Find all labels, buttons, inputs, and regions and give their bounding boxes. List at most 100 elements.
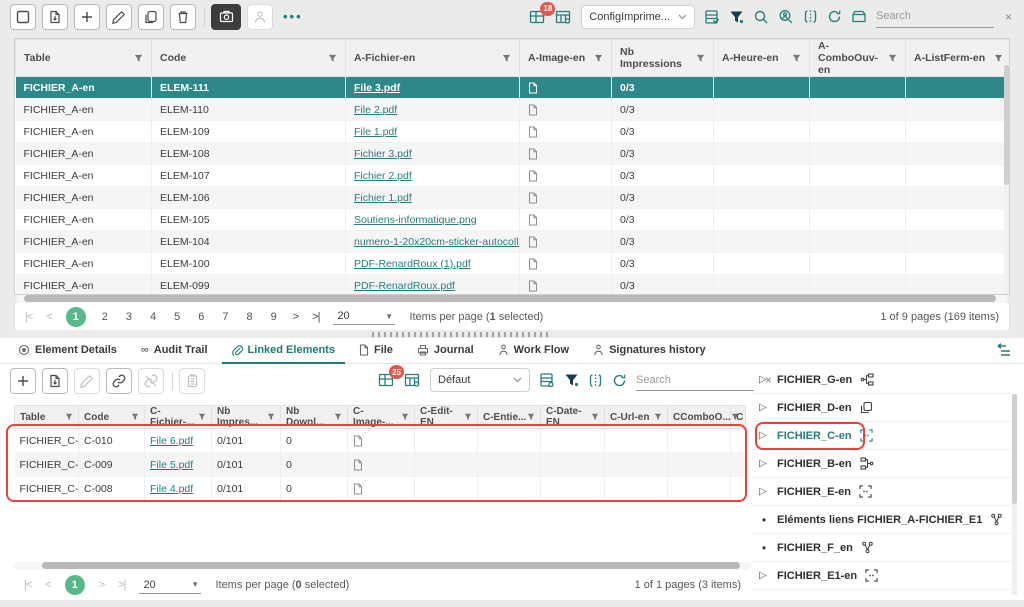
edit-button[interactable]: [106, 4, 132, 30]
column-header-table[interactable]: Table: [16, 40, 152, 77]
filter-button[interactable]: [729, 10, 744, 24]
column-header[interactable]: Nb Downl...: [281, 406, 348, 429]
unlink-button[interactable]: [138, 368, 164, 394]
table-row[interactable]: FICHIER_C-...C-010File 6.pdf0/1010: [15, 429, 746, 453]
layout-grid-button[interactable]: 18: [529, 9, 546, 25]
clear-search-button[interactable]: ×: [1003, 10, 1014, 24]
page-size-select[interactable]: 20▾: [139, 577, 201, 594]
page-number-current[interactable]: 1: [66, 307, 86, 327]
file-link[interactable]: Fichier 3.pdf: [354, 148, 412, 160]
new-linked-document-button[interactable]: [42, 368, 68, 394]
file-link[interactable]: numero-1-20x20cm-sticker-autocollant.jpg: [354, 236, 520, 248]
column-header-nb-impressions[interactable]: Nb Impressions: [612, 40, 714, 77]
expand-triangle-icon[interactable]: ▷: [759, 374, 769, 385]
page-number[interactable]: 3: [124, 311, 134, 323]
file-link[interactable]: Soutiens-informatique.png: [354, 214, 477, 226]
column-header[interactable]: C-Date-EN: [541, 406, 605, 429]
add-button[interactable]: [74, 4, 100, 30]
filter-icon[interactable]: [994, 54, 1003, 63]
filter-icon[interactable]: [591, 413, 599, 421]
tree-item-fichier-e-en[interactable]: ▷FICHIER_E-en: [753, 478, 1011, 506]
page-number-current[interactable]: 1: [65, 575, 85, 595]
filter-icon[interactable]: [654, 413, 662, 421]
filter-icon[interactable]: [65, 413, 73, 421]
column-header-a-comboouv[interactable]: A-ComboOuv-en: [810, 40, 906, 77]
filter-icon[interactable]: [267, 413, 275, 421]
copy-button[interactable]: [138, 4, 164, 30]
tab-linked-elements[interactable]: Linked Elements: [222, 338, 345, 364]
tab-work-flow[interactable]: Work Flow: [488, 338, 579, 364]
table-gear-button[interactable]: [539, 372, 555, 388]
archive-box-button[interactable]: [851, 9, 867, 24]
filter-icon[interactable]: [594, 54, 603, 63]
table-settings-button[interactable]: [404, 372, 421, 388]
file-link[interactable]: File 1.pdf: [354, 126, 397, 138]
tab-journal[interactable]: Journal: [407, 338, 484, 364]
table-settings-button[interactable]: [555, 9, 572, 25]
column-header[interactable]: Table: [15, 406, 79, 429]
search-input[interactable]: [876, 10, 994, 22]
last-page-button[interactable]: >|: [312, 311, 319, 323]
filter-icon[interactable]: [792, 54, 801, 63]
layout-grid-button[interactable]: 25: [378, 372, 395, 388]
page-number[interactable]: 8: [244, 311, 254, 323]
page-number[interactable]: 7: [220, 311, 230, 323]
search-icon-button[interactable]: [753, 9, 769, 25]
table-row[interactable]: FICHIER_A-enELEM-105Soutiens-informatiqu…: [16, 209, 1011, 231]
table-row[interactable]: FICHIER_A-enELEM-106Fichier 1.pdf0/3: [16, 187, 1011, 209]
column-header[interactable]: C-Entie...: [478, 406, 541, 429]
filter-icon[interactable]: [334, 413, 342, 421]
column-header[interactable]: C-Image-...: [348, 406, 415, 429]
column-header[interactable]: Nb Impres...: [212, 406, 281, 429]
main-table-vertical-scrollbar[interactable]: [1004, 65, 1009, 294]
column-header[interactable]: C-Edit-EN: [415, 406, 478, 429]
page-number[interactable]: 5: [172, 311, 182, 323]
expand-triangle-icon[interactable]: ▷: [759, 430, 769, 441]
edit-link-button[interactable]: [74, 368, 100, 394]
expand-triangle-icon[interactable]: ▷: [759, 570, 769, 581]
file-link[interactable]: PDF-RenardRoux (1).pdf: [354, 258, 471, 270]
first-page-button[interactable]: |<: [24, 579, 31, 591]
tab-signatures-history[interactable]: Signatures history: [583, 338, 716, 364]
first-page-button[interactable]: |<: [25, 311, 32, 323]
page-number[interactable]: 9: [269, 311, 279, 323]
page-number[interactable]: 2: [100, 311, 110, 323]
file-link[interactable]: File 2.pdf: [354, 104, 397, 116]
column-header[interactable]: Code: [79, 406, 145, 429]
filter-icon[interactable]: [502, 54, 511, 63]
table-row[interactable]: FICHIER_A-enELEM-111File 3.pdf0/3: [16, 77, 1011, 99]
new-document-button[interactable]: [42, 4, 68, 30]
filter-icon[interactable]: [131, 413, 139, 421]
table-row[interactable]: FICHIER_A-enELEM-107Fichier 2.pdf0/3: [16, 165, 1011, 187]
expand-triangle-icon[interactable]: ▷: [759, 486, 769, 497]
table-row[interactable]: FICHIER_C-...C-008File 4.pdf0/1010: [15, 477, 746, 501]
add-link-button[interactable]: [10, 368, 36, 394]
tree-item-fichier-f-en[interactable]: •FICHIER_F_en: [753, 534, 1011, 562]
page-number[interactable]: 4: [148, 311, 158, 323]
tree-item-fichier-d-en[interactable]: ▷FICHIER_D-en: [753, 394, 1011, 422]
column-header-a-image[interactable]: A-Image-en: [520, 40, 612, 77]
column-header[interactable]: CComboO...: [668, 406, 731, 429]
search-input[interactable]: [636, 374, 754, 386]
file-link[interactable]: Fichier 2.pdf: [354, 170, 412, 182]
filter-icon[interactable]: [328, 54, 337, 63]
more-menu-button[interactable]: •••: [283, 9, 303, 24]
collapse-panel-icon[interactable]: [995, 343, 1012, 357]
filter-icon[interactable]: [134, 54, 143, 63]
filter-icon[interactable]: [464, 413, 472, 421]
filter-icon[interactable]: [198, 413, 206, 421]
search-user-button[interactable]: [778, 9, 794, 25]
table-row[interactable]: FICHIER_A-enELEM-099PDF-RenardRoux.pdf0/…: [16, 275, 1011, 296]
tree-item-fichier-e1-en[interactable]: ▷FICHIER_E1-en: [753, 562, 1011, 590]
prev-page-button[interactable]: <: [45, 579, 50, 591]
file-link[interactable]: File 6.pdf: [150, 435, 193, 447]
tree-vertical-scrollbar[interactable]: [1012, 394, 1017, 595]
file-link[interactable]: File 3.pdf: [354, 82, 400, 94]
refresh-button[interactable]: [827, 9, 842, 24]
view-selector-dropdown[interactable]: Défaut: [430, 368, 530, 392]
filter-button[interactable]: [564, 373, 579, 387]
column-header-a-heure[interactable]: A-Heure-en: [714, 40, 810, 77]
next-page-button[interactable]: >: [293, 311, 298, 323]
page-size-select[interactable]: 20▾: [333, 308, 395, 325]
last-page-button[interactable]: >|: [118, 579, 125, 591]
